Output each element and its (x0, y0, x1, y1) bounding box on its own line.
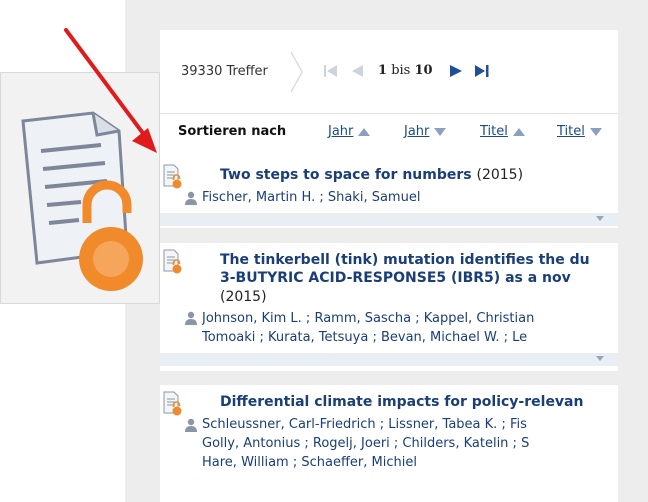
red-arrow-annotation (64, 28, 157, 153)
